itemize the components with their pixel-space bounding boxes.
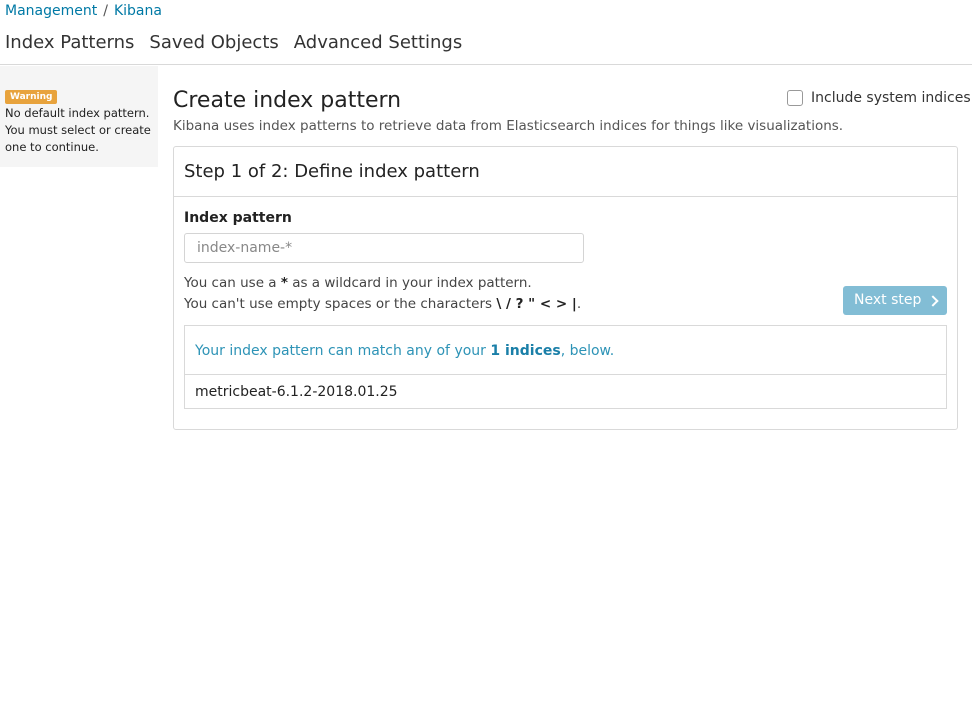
tab-advanced-settings[interactable]: Advanced Settings: [294, 29, 462, 57]
include-system-indices-checkbox[interactable]: [787, 90, 803, 106]
include-system-indices-toggle[interactable]: Include system indices: [787, 88, 971, 108]
tab-saved-objects[interactable]: Saved Objects: [149, 29, 278, 57]
breadcrumb: Management / Kibana: [5, 1, 162, 21]
matching-indices-box: Your index pattern can match any of your…: [184, 325, 947, 409]
nav-divider: [0, 64, 972, 65]
include-system-indices-label: Include system indices: [811, 90, 971, 106]
next-step-button[interactable]: Next step: [843, 286, 947, 315]
next-step-label: Next step: [854, 292, 922, 308]
breadcrumb-kibana-link[interactable]: Kibana: [114, 3, 162, 19]
warning-badge: Warning: [5, 90, 58, 104]
help-characters-line: You can't use empty spaces or the charac…: [184, 296, 582, 312]
breadcrumb-separator: /: [103, 3, 108, 19]
page-title: Create index pattern: [173, 88, 402, 113]
warning-message: No default index pattern. You must selec…: [5, 106, 151, 154]
chevron-right-icon: [927, 294, 940, 307]
page-description: Kibana uses index patterns to retrieve d…: [173, 118, 844, 134]
index-pattern-label: Index pattern: [184, 210, 292, 226]
help-wildcard-line: You can use a * as a wildcard in your in…: [184, 275, 532, 291]
sidebar-warning-panel: Warning No default index pattern. You mu…: [0, 66, 158, 167]
matching-indices-message: Your index pattern can match any of your…: [185, 326, 946, 375]
breadcrumb-management-link[interactable]: Management: [5, 3, 97, 19]
index-pattern-help: You can use a * as a wildcard in your in…: [184, 273, 581, 315]
step-title: Step 1 of 2: Define index pattern: [174, 147, 957, 197]
management-tabs: Index Patterns Saved Objects Advanced Se…: [5, 29, 462, 57]
index-list-item: metricbeat-6.1.2-2018.01.25: [195, 384, 398, 400]
define-index-pattern-panel: Step 1 of 2: Define index pattern Index …: [173, 146, 958, 430]
index-pattern-input[interactable]: [184, 233, 584, 263]
tab-index-patterns[interactable]: Index Patterns: [5, 29, 134, 57]
